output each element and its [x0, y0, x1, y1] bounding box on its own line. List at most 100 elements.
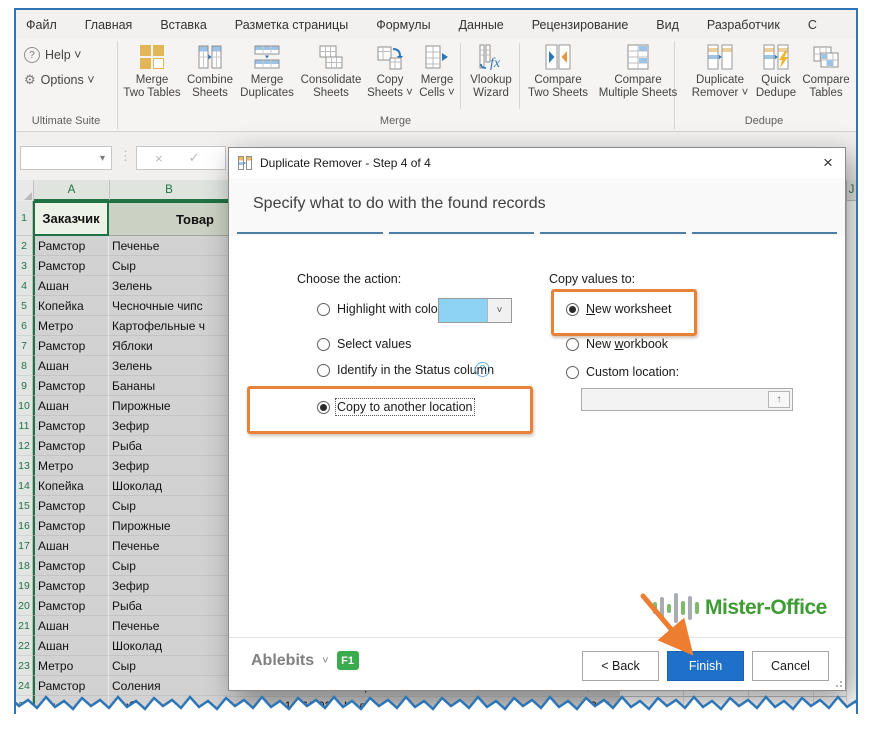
- namebox-caret-icon[interactable]: ▾: [100, 153, 105, 164]
- duplicate-remover-button[interactable]: DuplicateRemover ˅: [687, 42, 753, 118]
- radio-label[interactable]: Copy to another location: [337, 400, 473, 414]
- ablebits-menu[interactable]: Ablebits ˅ F1: [251, 651, 359, 670]
- row-header[interactable]: 5: [16, 296, 33, 316]
- radio-icon[interactable]: [317, 338, 330, 351]
- cell-customer[interactable]: Рамстор: [33, 236, 109, 256]
- cell-product[interactable]: Зефир: [109, 456, 228, 476]
- cell-product[interactable]: Сыр: [109, 496, 228, 516]
- row-header[interactable]: 10: [16, 396, 33, 416]
- row-header[interactable]: 18: [16, 556, 33, 576]
- combine-sheets-button[interactable]: CombineSheets: [183, 42, 237, 118]
- tab-insert[interactable]: Вставка: [160, 18, 206, 32]
- cancel-entry-icon[interactable]: ×: [155, 151, 163, 166]
- chevron-down-icon[interactable]: ˅: [488, 299, 511, 322]
- radio-label[interactable]: Custom location:: [586, 365, 679, 379]
- cell-customer[interactable]: Метро: [33, 656, 109, 676]
- cell-customer[interactable]: Метро: [33, 316, 109, 336]
- cell-customer[interactable]: Ашан: [33, 636, 109, 656]
- row-header[interactable]: 8: [16, 356, 33, 376]
- radio-icon-selected[interactable]: [566, 303, 579, 316]
- radio-custom-location[interactable]: Custom location:: [566, 365, 679, 379]
- row-header[interactable]: 11: [16, 416, 33, 436]
- cell-customer[interactable]: Рамстор: [33, 376, 109, 396]
- row-header[interactable]: 17: [16, 536, 33, 556]
- row-header[interactable]: 19: [16, 576, 33, 596]
- cell-product[interactable]: Зелень: [109, 276, 228, 296]
- radio-new-workbook[interactable]: New workbook: [566, 337, 668, 351]
- merge-duplicates-button[interactable]: MergeDuplicates: [236, 42, 298, 118]
- radio-highlight-with-color[interactable]: Highlight with color: [317, 302, 442, 316]
- cell-product[interactable]: Шоколад: [109, 636, 228, 656]
- name-box[interactable]: ▾: [20, 146, 112, 170]
- row-header[interactable]: 12: [16, 436, 33, 456]
- cell-customer[interactable]: Рамстор: [33, 576, 109, 596]
- color-swatch[interactable]: [439, 299, 488, 322]
- cell-customer[interactable]: Рамстор: [33, 496, 109, 516]
- ablebits-label[interactable]: Ablebits: [251, 652, 314, 670]
- cell-product[interactable]: Пирожные: [109, 516, 228, 536]
- compare-tables-button[interactable]: CompareTables: [799, 42, 853, 118]
- compare-two-sheets-button[interactable]: CompareTwo Sheets: [522, 42, 594, 118]
- help-button[interactable]: ? Help ˅: [24, 47, 81, 63]
- radio-icon[interactable]: [317, 303, 330, 316]
- row-header[interactable]: 25: [16, 696, 33, 714]
- cell-customer[interactable]: Рамстор: [33, 416, 109, 436]
- back-button[interactable]: < Back: [582, 651, 659, 681]
- row-header[interactable]: 7: [16, 336, 33, 356]
- tab-clipped[interactable]: С: [808, 18, 817, 32]
- row-header[interactable]: 1: [16, 201, 33, 236]
- row-header[interactable]: 21: [16, 616, 33, 636]
- cell-customer[interactable]: Ашан: [33, 696, 109, 714]
- cell-customer[interactable]: Копейка: [33, 296, 109, 316]
- cell-product[interactable]: Шоколад: [109, 476, 228, 496]
- copy-sheets-button[interactable]: CopySheets ˅: [364, 42, 416, 118]
- cell-product[interactable]: Печенье: [109, 536, 228, 556]
- cell-amount[interactable]: 316: [546, 696, 610, 714]
- cell-product[interactable]: Рыба: [109, 696, 228, 714]
- row-header[interactable]: 23: [16, 656, 33, 676]
- row-header[interactable]: 20: [16, 596, 33, 616]
- column-header-j[interactable]: J: [846, 180, 856, 201]
- cell-product[interactable]: Зефир: [109, 576, 228, 596]
- cell-product[interactable]: Сыр: [109, 556, 228, 576]
- radio-copy-to-another-location[interactable]: Copy to another location: [317, 400, 473, 414]
- row-header[interactable]: 13: [16, 456, 33, 476]
- tab-page-layout[interactable]: Разметка страницы: [235, 18, 348, 32]
- cell-customer[interactable]: Рамстор: [33, 516, 109, 536]
- help-circle-icon[interactable]: ?: [475, 362, 490, 377]
- custom-location-input[interactable]: ↑: [581, 388, 793, 411]
- cell-product[interactable]: Сыр: [109, 256, 228, 276]
- cell-product[interactable]: Рыба: [109, 436, 228, 456]
- radio-label[interactable]: New workbook: [586, 337, 668, 351]
- tab-home[interactable]: Главная: [85, 18, 133, 32]
- radio-label[interactable]: Select values: [337, 337, 411, 351]
- row-header[interactable]: 14: [16, 476, 33, 496]
- cell-product[interactable]: Яблоки: [109, 336, 228, 356]
- cell-product[interactable]: Сыр: [109, 656, 228, 676]
- cell-customer[interactable]: Рамстор: [33, 676, 109, 696]
- radio-label[interactable]: Highlight with color: [337, 302, 442, 316]
- row-header[interactable]: 15: [16, 496, 33, 516]
- cell-product[interactable]: Зефир: [109, 416, 228, 436]
- cell-customer-header[interactable]: Заказчик: [33, 201, 109, 236]
- radio-identify-status-column[interactable]: Identify in the Status column: [317, 363, 494, 377]
- cell-customer[interactable]: Рамстор: [33, 556, 109, 576]
- cell-product[interactable]: Рыба: [109, 596, 228, 616]
- quick-dedupe-button[interactable]: QuickDedupe: [752, 42, 800, 118]
- confirm-entry-icon[interactable]: ✓: [189, 150, 200, 166]
- cell-product[interactable]: Печенье: [109, 616, 228, 636]
- row-header[interactable]: 4: [16, 276, 33, 296]
- cell-product[interactable]: Зелень: [109, 356, 228, 376]
- cell-date[interactable]: 1/16/2020: [266, 696, 338, 714]
- cell-customer[interactable]: Ашан: [33, 356, 109, 376]
- row-header[interactable]: 22: [16, 636, 33, 656]
- tab-formulas[interactable]: Формулы: [376, 18, 430, 32]
- row-header[interactable]: 2: [16, 236, 33, 256]
- f1-help-badge[interactable]: F1: [337, 651, 359, 670]
- radio-icon[interactable]: [566, 366, 579, 379]
- tab-view[interactable]: Вид: [656, 18, 679, 32]
- radio-icon[interactable]: [566, 338, 579, 351]
- cell-customer[interactable]: Ашан: [33, 276, 109, 296]
- highlight-color-dropdown[interactable]: ˅: [438, 298, 512, 323]
- cell-customer[interactable]: Рамстор: [33, 596, 109, 616]
